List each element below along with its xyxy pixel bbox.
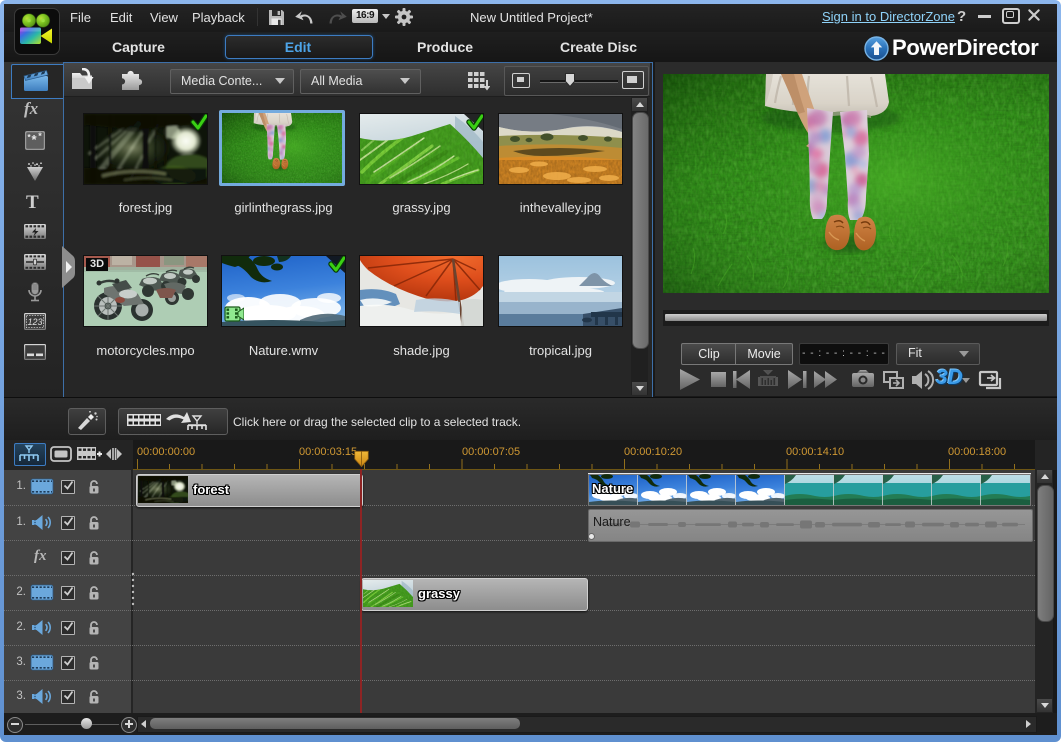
svg-text:*: * <box>38 131 42 141</box>
svg-text:123: 123 <box>27 317 42 327</box>
